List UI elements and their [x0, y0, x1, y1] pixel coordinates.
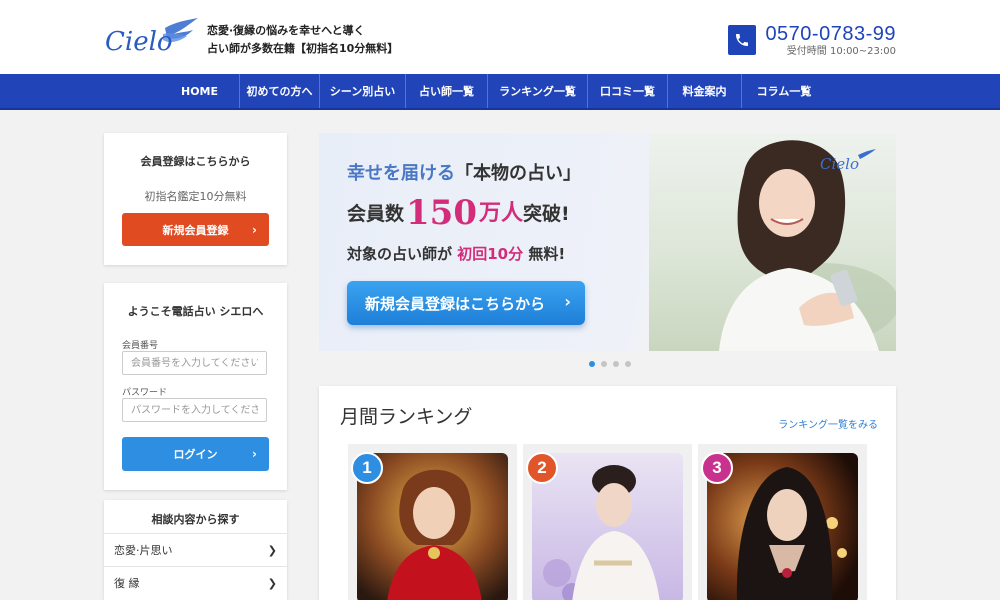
banner-free-offer: 対象の占い師が 初回10分 無料! — [347, 243, 565, 264]
member-number-input[interactable] — [122, 351, 267, 375]
hero-banner[interactable]: 幸せを届ける「本物の占い」 会員数150万人突破! 対象の占い師が 初回10分 … — [319, 133, 896, 351]
banner-member-count: 会員数150万人突破! — [347, 193, 570, 233]
category-card: 相談内容から探す 恋愛·片思い ❯ 復 縁 ❯ — [104, 500, 287, 600]
nav-item-columns[interactable]: コラム一覧 — [742, 74, 826, 108]
category-item-reunion[interactable]: 復 縁 ❯ — [104, 566, 287, 599]
nav-item-pricing[interactable]: 料金案内 — [668, 74, 742, 108]
register-title: 会員登録はこちらから — [140, 155, 251, 168]
tagline-line2: 占い師が多数在籍【初指名10分無料】 — [207, 42, 399, 55]
password-input[interactable] — [122, 398, 267, 422]
rank-card-1[interactable]: 1 — [348, 444, 517, 600]
nav-item-home[interactable]: HOME — [160, 74, 240, 108]
category-title: 相談内容から探す — [151, 513, 240, 526]
site-tagline: 恋愛·復縁の悩みを幸せへと導く 占い師が多数在籍【初指名10分無料】 — [207, 22, 398, 58]
chevron-right-icon: › — [252, 222, 257, 237]
register-sub: 初指名鑑定10分無料 — [144, 190, 247, 203]
login-card: ようこそ電話占い シエロへ 会員番号 パスワード ログイン › — [104, 283, 287, 490]
monthly-ranking: 月間ランキング ランキング一覧をみる 1 2 3 — [319, 386, 896, 600]
tagline-line1: 恋愛·復縁の悩みを幸せへと導く — [207, 24, 365, 37]
rank-card-2[interactable]: 2 — [523, 444, 692, 600]
register-card: 会員登録はこちらから 初指名鑑定10分無料 新規会員登録 › — [104, 133, 287, 265]
rank-badge: 3 — [701, 452, 733, 484]
banner-cta-label: 新規会員登録はこちらから — [365, 294, 546, 313]
banner-line3-b: 初回10分 — [457, 245, 524, 263]
phone-hours: 受付時間 10:00~23:00 — [786, 46, 896, 57]
chevron-right-icon: › — [252, 447, 257, 461]
banner-line1-a: 幸せを届ける — [347, 163, 455, 184]
login-button-label: ログイン — [173, 448, 218, 461]
site-header: Cielo 恋愛·復縁の悩みを幸せへと導く 占い師が多数在籍【初指名10分無料】… — [0, 0, 1000, 74]
carousel-dot-2[interactable] — [601, 361, 607, 367]
category-label: 恋愛·片思い — [114, 544, 173, 557]
member-number-label: 会員番号 — [122, 341, 159, 351]
password-label: パスワード — [122, 388, 168, 398]
cielo-logo[interactable]: Cielo — [103, 14, 199, 60]
banner-line3-c: 無料! — [528, 245, 566, 263]
chevron-right-icon: ❯ — [267, 576, 277, 590]
logo-text: Cielo — [105, 27, 173, 57]
category-list: 恋愛·片思い ❯ 復 縁 ❯ — [104, 533, 287, 599]
banner-line1-b: 「本物の占い」 — [455, 163, 581, 184]
nav-item-first-time[interactable]: 初めての方へ — [240, 74, 320, 108]
register-button-label: 新規会員登録 — [162, 223, 229, 237]
register-button[interactable]: 新規会員登録 › — [122, 213, 269, 246]
nav-item-scenes[interactable]: シーン別占い — [320, 74, 406, 108]
banner-cielo-logo: Cielo — [820, 149, 876, 173]
banner-headline: 幸せを届ける「本物の占い」 — [347, 159, 581, 185]
banner-line2-unit: 万人 — [479, 201, 524, 226]
login-button[interactable]: ログイン › — [122, 437, 269, 471]
login-title: ようこそ電話占い シエロへ — [127, 305, 264, 318]
banner-line2-a: 会員数 — [347, 203, 405, 225]
nav-item-fortune-tellers[interactable]: 占い師一覧 — [406, 74, 488, 108]
global-nav: HOME 初めての方へ シーン別占い 占い師一覧 ランキング一覧 口コミ一覧 料… — [0, 74, 1000, 110]
banner-line3-a: 対象の占い師が — [347, 245, 453, 263]
rank-card-3[interactable]: 3 — [698, 444, 867, 600]
carousel-dot-4[interactable] — [625, 361, 631, 367]
rank-badge: 1 — [351, 452, 383, 484]
category-item-love[interactable]: 恋愛·片思い ❯ — [104, 533, 287, 566]
carousel-dot-3[interactable] — [613, 361, 619, 367]
phone-icon — [728, 25, 757, 55]
ranking-title: 月間ランキング — [340, 406, 473, 428]
banner-register-button[interactable]: 新規会員登録はこちらから › — [347, 281, 585, 325]
chevron-right-icon: › — [564, 292, 571, 311]
category-label: 復 縁 — [114, 577, 140, 590]
banner-line2-b: 突破! — [523, 203, 570, 225]
nav-item-ranking[interactable]: ランキング一覧 — [488, 74, 588, 108]
ranking-more-link[interactable]: ランキング一覧をみる — [778, 416, 878, 431]
phone-contact[interactable]: 0570-0783-99 受付時間 10:00~23:00 — [728, 24, 896, 58]
banner-line2-num: 150 — [406, 193, 477, 233]
phone-number[interactable]: 0570-0783-99 — [765, 24, 896, 44]
carousel-dots — [589, 361, 631, 367]
rank-badge: 2 — [526, 452, 558, 484]
chevron-right-icon: ❯ — [267, 543, 277, 557]
banner-logo-text: Cielo — [820, 155, 859, 173]
carousel-dot-1[interactable] — [589, 361, 595, 367]
nav-item-reviews[interactable]: 口コミ一覧 — [588, 74, 668, 108]
